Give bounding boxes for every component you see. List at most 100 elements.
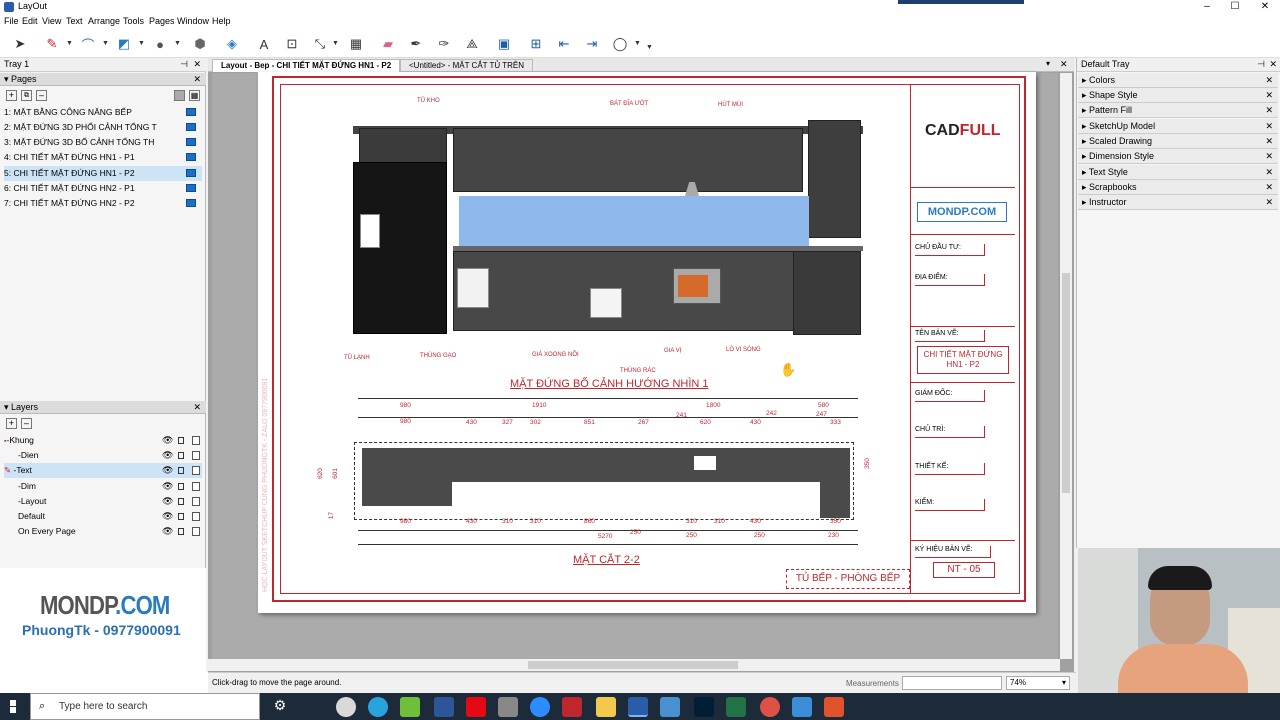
menu-edit[interactable]: Edit <box>22 16 38 26</box>
taskbar-search-box[interactable]: ⌕ Type here to search <box>30 693 260 720</box>
tray-pattern-fill[interactable]: ▸ Pattern Fill ✕ <box>1078 103 1278 118</box>
lock-icon[interactable] <box>178 513 184 520</box>
list-view-icon[interactable] <box>174 90 185 101</box>
eraser-tool-icon[interactable]: ▰ <box>378 34 398 54</box>
lock-icon[interactable] <box>178 452 184 459</box>
close-button[interactable]: ✕ <box>1250 0 1280 14</box>
lock-icon[interactable] <box>178 437 184 444</box>
page-layer-icon[interactable] <box>192 482 200 491</box>
page-item[interactable]: 6: CHI TIẾT MẶT ĐỨNG HN2 - P1 <box>4 181 202 196</box>
page-layer-icon[interactable] <box>192 512 200 521</box>
layer-row[interactable]: -Dien 👁 <box>4 448 202 463</box>
add-page-button[interactable]: + <box>6 90 17 101</box>
duplicate-page-button[interactable]: ⧉ <box>21 90 32 101</box>
tray-dimension-style[interactable]: ▸ Dimension Style ✕ <box>1078 149 1278 164</box>
lock-icon[interactable] <box>178 528 184 535</box>
polygon-tool-icon[interactable]: ⬢ <box>190 34 210 54</box>
page-item-selected[interactable]: 5: CHI TIẾT MẶT ĐỨNG HN1 - P2 <box>4 166 202 181</box>
chrome-icon[interactable] <box>760 697 780 717</box>
layers-section-header[interactable]: ▾ Layers ✕ <box>0 401 206 414</box>
line-dropdown-icon[interactable]: ▼ <box>66 40 73 47</box>
tray-colors[interactable]: ▸ Colors ✕ <box>1078 73 1278 88</box>
netflix-icon[interactable] <box>466 697 486 717</box>
zoom-select[interactable]: 74% ▾ <box>1006 676 1070 690</box>
circle-dropdown-icon[interactable]: ▼ <box>174 40 181 47</box>
eye-icon[interactable]: 👁 <box>162 433 173 448</box>
tray-scrapbooks[interactable]: ▸ Scrapbooks ✕ <box>1078 180 1278 195</box>
page-layer-icon[interactable] <box>192 497 200 506</box>
doc-tab-active[interactable]: Layout - Bep - CHI TIẾT MẶT ĐỨNG HN1 - P… <box>212 59 401 72</box>
menu-file[interactable]: File <box>4 16 19 26</box>
page-item[interactable]: 4: CHI TIẾT MẶT ĐỨNG HN1 - P1 <box>4 150 202 165</box>
eye-icon[interactable]: 👁 <box>162 494 173 509</box>
dimension-dropdown-icon[interactable]: ▼ <box>332 40 339 47</box>
eye-icon[interactable]: 👁 <box>162 463 173 478</box>
add-page-icon[interactable]: ⊞ <box>526 34 546 54</box>
offset-tool-icon[interactable]: ◈ <box>222 34 242 54</box>
shared-layer-icon[interactable] <box>192 527 200 536</box>
tray-close-icon[interactable]: ✕ <box>1269 59 1277 70</box>
menu-text[interactable]: Text <box>66 16 83 26</box>
zalo-icon[interactable] <box>530 697 550 717</box>
page-item[interactable]: 2: MẶT ĐỨNG 3D PHỐI CẢNH TỔNG T <box>4 120 202 135</box>
app-icon[interactable] <box>792 697 812 717</box>
layout-taskbar-icon[interactable] <box>628 697 648 717</box>
horizontal-scrollbar[interactable] <box>208 659 1060 671</box>
page-item[interactable]: 7: CHI TIẾT MẶT ĐỨNG HN2 - P2 <box>4 196 202 211</box>
doc-tab[interactable]: <Untitled> - MẶT CẮT TỦ TRÊN <box>400 59 533 72</box>
eye-icon[interactable]: 👁 <box>162 448 173 463</box>
lock-icon[interactable] <box>178 483 184 490</box>
page-item[interactable]: 1: MẶT BẰNG CÔNG NĂNG BẾP <box>4 105 202 120</box>
horizontal-scroll-thumb[interactable] <box>528 661 738 669</box>
grid-view-icon[interactable]: ▦ <box>189 90 200 101</box>
text-tool-icon[interactable]: A <box>254 34 274 54</box>
pages-section-header[interactable]: ▾ Pages ✕ <box>0 73 206 86</box>
menu-help[interactable]: Help <box>212 16 231 26</box>
arc-dropdown-icon[interactable]: ▼ <box>102 40 109 47</box>
layer-row-selected[interactable]: ✎ -Text 👁 <box>4 463 202 478</box>
menu-tools[interactable]: Tools <box>123 16 144 26</box>
telegram-icon[interactable] <box>368 697 388 717</box>
pin-icon[interactable]: ⊣ <box>1257 59 1265 70</box>
sketchup-icon[interactable] <box>660 697 680 717</box>
windows-start-icon[interactable] <box>10 700 16 713</box>
photoshop-icon[interactable] <box>694 697 714 717</box>
eye-icon[interactable]: 👁 <box>162 509 173 524</box>
vertical-scroll-thumb[interactable] <box>1062 273 1070 493</box>
vertical-scrollbar[interactable] <box>1060 73 1072 659</box>
delete-layer-button[interactable]: – <box>21 418 32 429</box>
layers-close-icon[interactable]: ✕ <box>193 402 201 413</box>
label-tool-icon[interactable]: ⊡ <box>282 34 302 54</box>
previous-page-icon[interactable]: ⇤ <box>554 34 574 54</box>
settings-icon[interactable]: ⚙ <box>270 697 290 717</box>
tab-close-icon[interactable]: ✕ <box>1060 59 1068 70</box>
layer-row[interactable]: -Layout 👁 <box>4 494 202 509</box>
lock-icon[interactable] <box>178 498 184 505</box>
page-layer-icon[interactable] <box>192 466 200 475</box>
menu-window[interactable]: Window <box>177 16 209 26</box>
presentation-icon[interactable]: ▣ <box>494 34 514 54</box>
lock-icon[interactable] <box>178 467 184 474</box>
page-layer-icon[interactable] <box>192 451 200 460</box>
measurements-input[interactable] <box>902 676 1002 690</box>
tray-shape-style[interactable]: ▸ Shape Style ✕ <box>1078 88 1278 103</box>
eye-icon[interactable]: 👁 <box>162 524 173 539</box>
circle-tool-icon[interactable]: ● <box>150 34 170 54</box>
app-icon[interactable] <box>498 697 518 717</box>
file-explorer-icon[interactable] <box>596 697 616 717</box>
tray-instructor[interactable]: ▸ Instructor ✕ <box>1078 195 1278 210</box>
style-tool-icon[interactable]: ✒ <box>406 34 426 54</box>
word-icon[interactable] <box>434 697 454 717</box>
tray-sketchup-model[interactable]: ▸ SketchUp Model ✕ <box>1078 119 1278 134</box>
minimize-button[interactable]: – <box>1192 0 1222 14</box>
account-dropdown-icon[interactable]: ▼ <box>634 40 641 47</box>
menu-view[interactable]: View <box>42 16 61 26</box>
next-page-icon[interactable]: ⇥ <box>582 34 602 54</box>
arc-tool-icon[interactable]: ⌒ <box>78 34 98 54</box>
dimension-tool-icon[interactable]: ⤡ <box>310 34 330 54</box>
toolbar-overflow-icon[interactable]: ▼ <box>646 44 653 51</box>
rectangle-tool-icon[interactable]: ◩ <box>114 34 134 54</box>
add-layer-button[interactable]: + <box>6 418 17 429</box>
paper[interactable]: HỌC LAYOUT SKETCHUP CÙNG PHUONGTK - ZALO… <box>258 72 1036 613</box>
app-icon[interactable] <box>336 697 356 717</box>
